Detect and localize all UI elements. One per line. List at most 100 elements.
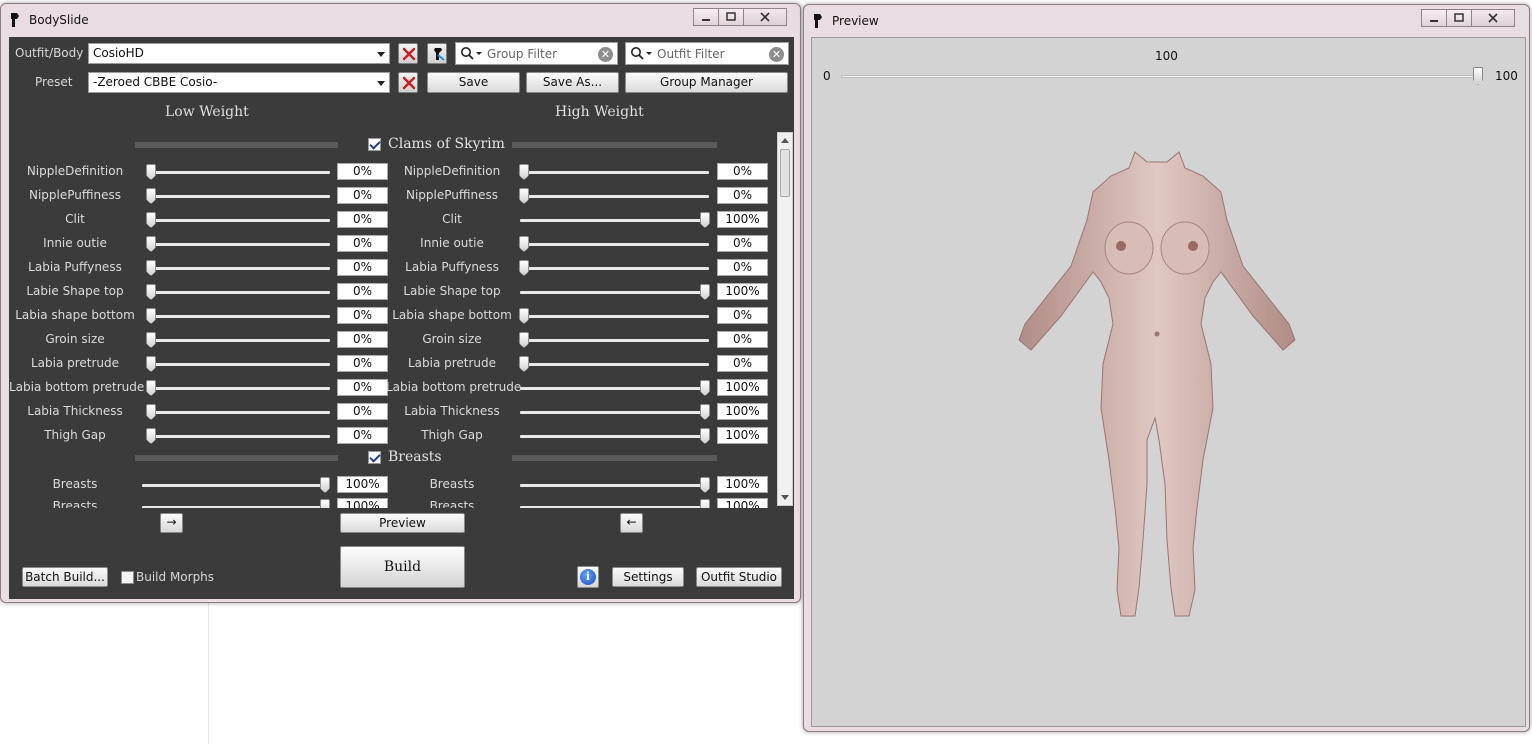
- slider-value-high[interactable]: 100%: [717, 283, 768, 300]
- slider-value-high[interactable]: 0%: [717, 355, 768, 372]
- slider-thumb-low[interactable]: [146, 308, 156, 324]
- preset-reset-button[interactable]: [398, 72, 418, 93]
- slider-track-low[interactable]: [147, 219, 330, 222]
- scroll-down-icon[interactable]: [781, 495, 789, 500]
- slider-value-high[interactable]: 0%: [717, 235, 768, 252]
- slider-thumb-low[interactable]: [146, 356, 156, 372]
- slider-value-high[interactable]: 100%: [717, 211, 768, 228]
- slider-thumb-low[interactable]: [146, 284, 156, 300]
- slider-track-high[interactable]: [520, 291, 709, 294]
- slider-track-high[interactable]: [520, 219, 709, 222]
- slider-thumb-low[interactable]: [146, 236, 156, 252]
- slider-thumb-high[interactable]: [700, 499, 710, 508]
- preview-titlebar[interactable]: Preview: [804, 5, 1529, 35]
- slider-thumb-high[interactable]: [519, 164, 529, 180]
- slider-thumb-low[interactable]: [320, 477, 330, 493]
- slider-thumb-high[interactable]: [700, 428, 710, 444]
- select-outfit-button[interactable]: [427, 43, 447, 64]
- slider-track-high[interactable]: [520, 315, 709, 318]
- maximize-button[interactable]: [718, 8, 744, 26]
- slider-thumb-high[interactable]: [519, 332, 529, 348]
- group-checkbox[interactable]: [368, 451, 381, 464]
- slider-track-high[interactable]: [520, 484, 709, 487]
- slider-track-low[interactable]: [147, 267, 330, 270]
- slider-value-low[interactable]: 100%: [337, 498, 388, 508]
- save-button[interactable]: Save: [427, 72, 520, 93]
- outfit-dropdown[interactable]: CosioHD: [88, 43, 390, 64]
- slider-thumb-high[interactable]: [519, 260, 529, 276]
- settings-button[interactable]: Settings: [612, 567, 684, 587]
- slider-thumb-high[interactable]: [700, 477, 710, 493]
- slider-value-low[interactable]: 0%: [337, 379, 388, 396]
- copy-high-to-low-button[interactable]: ←: [620, 513, 643, 533]
- slider-track-low[interactable]: [147, 171, 330, 174]
- slider-value-low[interactable]: 0%: [337, 355, 388, 372]
- slider-scrollbar[interactable]: [777, 132, 793, 506]
- slider-value-low[interactable]: 0%: [337, 283, 388, 300]
- preset-dropdown[interactable]: -Zeroed CBBE Cosio-: [88, 72, 390, 93]
- slider-value-high[interactable]: 100%: [717, 403, 768, 420]
- slider-thumb-low[interactable]: [146, 188, 156, 204]
- slider-track-high[interactable]: [520, 435, 709, 438]
- slider-track-high[interactable]: [520, 363, 709, 366]
- minimize-button[interactable]: [693, 8, 719, 26]
- slider-thumb-high[interactable]: [700, 212, 710, 228]
- slider-track-high[interactable]: [520, 506, 709, 508]
- slider-track-low[interactable]: [147, 411, 330, 414]
- slider-track-high[interactable]: [520, 387, 709, 390]
- slider-value-high[interactable]: 100%: [717, 427, 768, 444]
- weight-slider-thumb[interactable]: [1473, 67, 1483, 85]
- preview-button[interactable]: Preview: [340, 513, 465, 533]
- group-checkbox[interactable]: [368, 138, 381, 151]
- save-as-button[interactable]: Save As...: [526, 72, 619, 93]
- slider-thumb-high[interactable]: [519, 356, 529, 372]
- slider-value-low[interactable]: 0%: [337, 211, 388, 228]
- build-morphs-checkbox[interactable]: [121, 571, 134, 584]
- copy-low-to-high-button[interactable]: →: [160, 513, 183, 533]
- slider-thumb-low[interactable]: [320, 499, 330, 508]
- slider-value-high[interactable]: 0%: [717, 187, 768, 204]
- slider-value-high[interactable]: 0%: [717, 331, 768, 348]
- outfit-reset-button[interactable]: [398, 43, 418, 64]
- slider-track-low[interactable]: [147, 291, 330, 294]
- slider-track-low[interactable]: [147, 315, 330, 318]
- close-button[interactable]: [743, 8, 787, 26]
- outfit-studio-button[interactable]: Outfit Studio: [696, 567, 782, 587]
- slider-value-low[interactable]: 0%: [337, 403, 388, 420]
- slider-value-high[interactable]: 0%: [717, 307, 768, 324]
- slider-value-low[interactable]: 0%: [337, 187, 388, 204]
- slider-track-low[interactable]: [147, 363, 330, 366]
- slider-value-high[interactable]: 0%: [717, 259, 768, 276]
- weight-slider-track[interactable]: [841, 75, 1483, 78]
- slider-value-high[interactable]: 0%: [717, 163, 768, 180]
- slider-value-low[interactable]: 0%: [337, 235, 388, 252]
- slider-track-low[interactable]: [147, 339, 330, 342]
- slider-track-high[interactable]: [520, 267, 709, 270]
- slider-thumb-high[interactable]: [519, 236, 529, 252]
- slider-thumb-low[interactable]: [146, 404, 156, 420]
- slider-track-low[interactable]: [147, 243, 330, 246]
- clear-group-filter-icon[interactable]: ✕: [598, 47, 613, 62]
- clear-outfit-filter-icon[interactable]: ✕: [769, 47, 784, 62]
- slider-value-low[interactable]: 0%: [337, 163, 388, 180]
- about-button[interactable]: i: [577, 566, 599, 588]
- outfit-filter-input[interactable]: Outfit Filter ✕: [625, 42, 789, 65]
- slider-track-low[interactable]: [142, 506, 329, 508]
- slider-thumb-high[interactable]: [700, 284, 710, 300]
- slider-track-low[interactable]: [142, 484, 329, 487]
- close-button[interactable]: [1471, 9, 1515, 27]
- group-manager-button[interactable]: Group Manager: [625, 72, 788, 93]
- slider-track-high[interactable]: [520, 171, 709, 174]
- preview-viewport[interactable]: 100 0 100: [811, 37, 1526, 727]
- slider-thumb-high[interactable]: [519, 188, 529, 204]
- bodyslide-titlebar[interactable]: BodySlide: [1, 4, 800, 34]
- slider-value-low[interactable]: 100%: [337, 476, 388, 493]
- slider-thumb-high[interactable]: [700, 380, 710, 396]
- slider-thumb-low[interactable]: [146, 380, 156, 396]
- slider-thumb-high[interactable]: [700, 404, 710, 420]
- group-filter-input[interactable]: Group Filter ✕: [455, 42, 618, 65]
- build-button[interactable]: Build: [340, 546, 465, 588]
- slider-track-low[interactable]: [147, 387, 330, 390]
- slider-value-low[interactable]: 0%: [337, 331, 388, 348]
- slider-track-high[interactable]: [520, 339, 709, 342]
